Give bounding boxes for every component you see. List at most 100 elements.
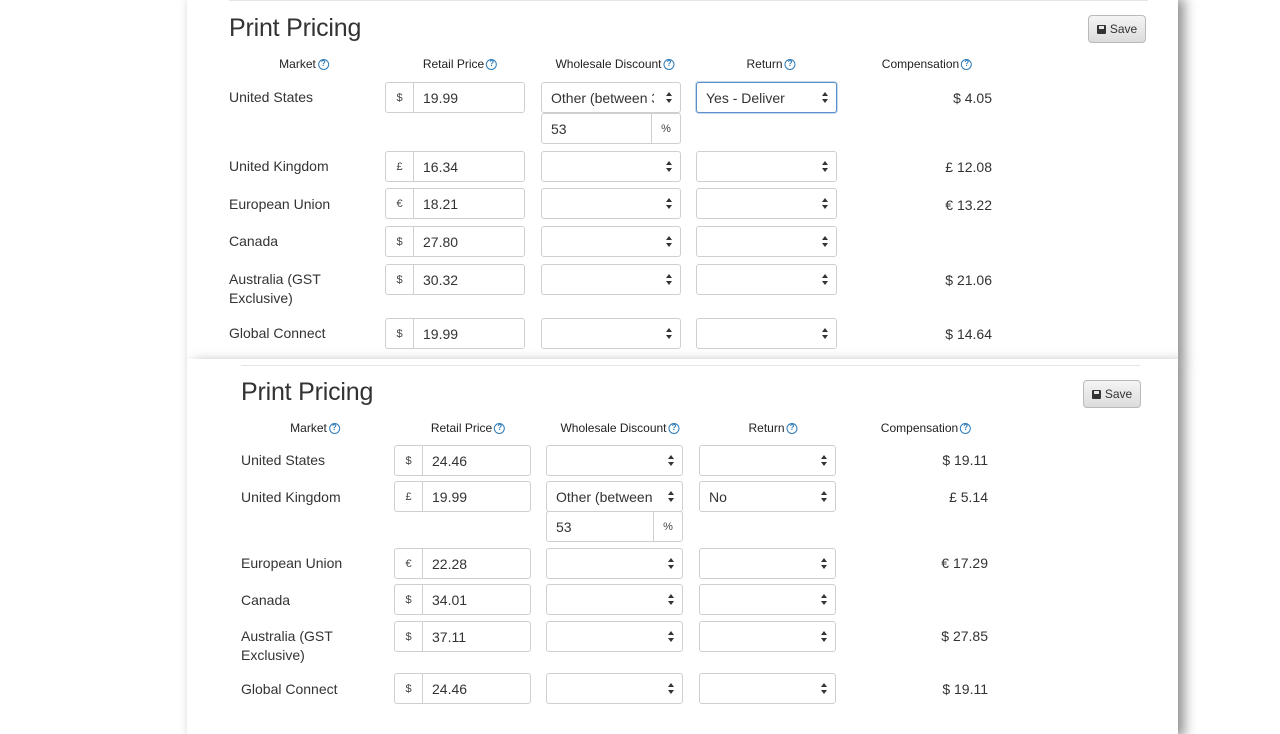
currency-symbol: $ (395, 446, 423, 475)
currency-symbol: $ (386, 83, 414, 112)
save-disk-icon (1091, 389, 1101, 399)
return-select[interactable] (696, 264, 837, 295)
help-icon[interactable]: ? (786, 422, 798, 434)
help-icon[interactable]: ? (961, 58, 973, 70)
select-caret-icon (822, 328, 828, 340)
panel-title: Print Pricing (241, 378, 374, 406)
return-select[interactable] (696, 318, 837, 349)
compensation-value: $ 14.64 (945, 326, 992, 342)
wholesale-discount-select[interactable] (546, 584, 683, 615)
return-select[interactable] (699, 621, 836, 652)
select-caret-icon (821, 558, 827, 570)
market-label: United Kingdom (241, 489, 341, 505)
select-caret-icon (666, 92, 672, 104)
save-label: Save (1104, 387, 1133, 401)
header-return: Return? (746, 57, 796, 71)
retail-price-input[interactable]: € 18.21 (385, 188, 525, 219)
select-caret-icon (668, 683, 674, 695)
market-label: Global Connect (229, 325, 326, 341)
wholesale-discount-select[interactable] (541, 318, 681, 349)
market-label: United Kingdom (229, 158, 329, 174)
currency-symbol: $ (395, 622, 423, 651)
header-retail-price: Retail Price? (431, 421, 506, 435)
return-select[interactable] (699, 445, 836, 476)
header-wholesale-discount: Wholesale Discount? (555, 57, 675, 71)
header-retail-price: Retail Price? (423, 57, 498, 71)
wholesale-discount-select[interactable] (546, 673, 683, 704)
return-select[interactable] (696, 226, 837, 257)
currency-symbol: £ (386, 152, 414, 181)
save-button[interactable]: Save (1088, 15, 1146, 43)
select-caret-icon (668, 558, 674, 570)
return-select[interactable] (696, 151, 837, 182)
return-select[interactable] (696, 188, 837, 219)
help-icon[interactable]: ? (668, 422, 680, 434)
market-label: Canada (229, 233, 279, 249)
select-caret-icon (822, 92, 828, 104)
return-select[interactable] (699, 548, 836, 579)
wholesale-discount-select[interactable] (541, 226, 681, 257)
retail-price-input[interactable]: € 22.28 (394, 548, 531, 579)
help-icon[interactable]: ? (317, 58, 329, 70)
header-wholesale-discount: Wholesale Discount? (560, 421, 680, 435)
compensation-value: £ 12.08 (945, 159, 992, 175)
retail-price-input[interactable]: $ 24.46 (394, 445, 531, 476)
discount-percent-input[interactable]: 53 % (546, 511, 683, 542)
help-icon[interactable]: ? (486, 58, 498, 70)
retail-price-input[interactable]: $ 27.80 (385, 226, 525, 257)
divider (229, 0, 1148, 1)
market-label: United States (229, 89, 314, 105)
select-caret-icon (666, 236, 672, 248)
currency-symbol: $ (395, 585, 423, 614)
print-pricing-panel: Print Pricing Save Market? Retail Price?… (187, 359, 1178, 734)
compensation-value: $ 19.11 (942, 452, 988, 468)
wholesale-discount-select[interactable] (546, 445, 683, 476)
select-caret-icon (822, 274, 828, 286)
retail-price-input[interactable]: £ 19.99 (394, 481, 531, 512)
header-compensation: Compensation? (882, 57, 973, 71)
retail-price-input[interactable]: $ 19.99 (385, 318, 525, 349)
currency-symbol: $ (386, 265, 414, 294)
retail-price-input[interactable]: $ 19.99 (385, 82, 525, 113)
retail-price-input[interactable]: £ 16.34 (385, 151, 525, 182)
select-caret-icon (822, 198, 828, 210)
help-icon[interactable]: ? (494, 422, 506, 434)
wholesale-discount-select[interactable]: Other (between 3 (546, 481, 683, 512)
save-button[interactable]: Save (1083, 380, 1141, 408)
currency-symbol: € (395, 549, 423, 578)
compensation-value: € 13.22 (945, 197, 992, 213)
help-icon[interactable]: ? (960, 422, 972, 434)
select-caret-icon (821, 491, 827, 503)
currency-symbol: $ (386, 319, 414, 348)
print-pricing-panel: Print Pricing Save Market? Retail Price?… (187, 0, 1178, 360)
header-compensation: Compensation? (881, 421, 972, 435)
header-return: Return? (748, 421, 798, 435)
market-label: European Union (229, 196, 331, 212)
return-select[interactable]: No (699, 481, 836, 512)
help-icon[interactable]: ? (663, 58, 675, 70)
retail-price-input[interactable]: $ 30.32 (385, 264, 525, 295)
compensation-value: $ 19.11 (942, 681, 988, 697)
retail-price-input[interactable]: $ 37.11 (394, 621, 531, 652)
discount-percent-input[interactable]: 53 % (541, 113, 681, 144)
market-label: Australia (GST Exclusive) (229, 271, 321, 306)
wholesale-discount-select[interactable] (546, 548, 683, 579)
retail-price-input[interactable]: $ 24.46 (394, 673, 531, 704)
return-select[interactable] (699, 584, 836, 615)
retail-price-value[interactable]: 19.99 (414, 83, 524, 112)
wholesale-discount-select[interactable] (546, 621, 683, 652)
help-icon[interactable]: ? (328, 422, 340, 434)
header-market: Market? (279, 57, 329, 71)
wholesale-discount-select[interactable] (541, 151, 681, 182)
currency-symbol: $ (386, 227, 414, 256)
return-select[interactable]: Yes - Deliver (696, 82, 837, 113)
market-label: Canada (241, 592, 291, 608)
wholesale-discount-select[interactable] (541, 188, 681, 219)
wholesale-discount-select[interactable]: Other (between 3 (541, 82, 681, 113)
retail-price-input[interactable]: $ 34.01 (394, 584, 531, 615)
help-icon[interactable]: ? (784, 58, 796, 70)
compensation-value: £ 5.14 (949, 489, 988, 505)
currency-symbol: $ (395, 674, 423, 703)
wholesale-discount-select[interactable] (541, 264, 681, 295)
return-select[interactable] (699, 673, 836, 704)
